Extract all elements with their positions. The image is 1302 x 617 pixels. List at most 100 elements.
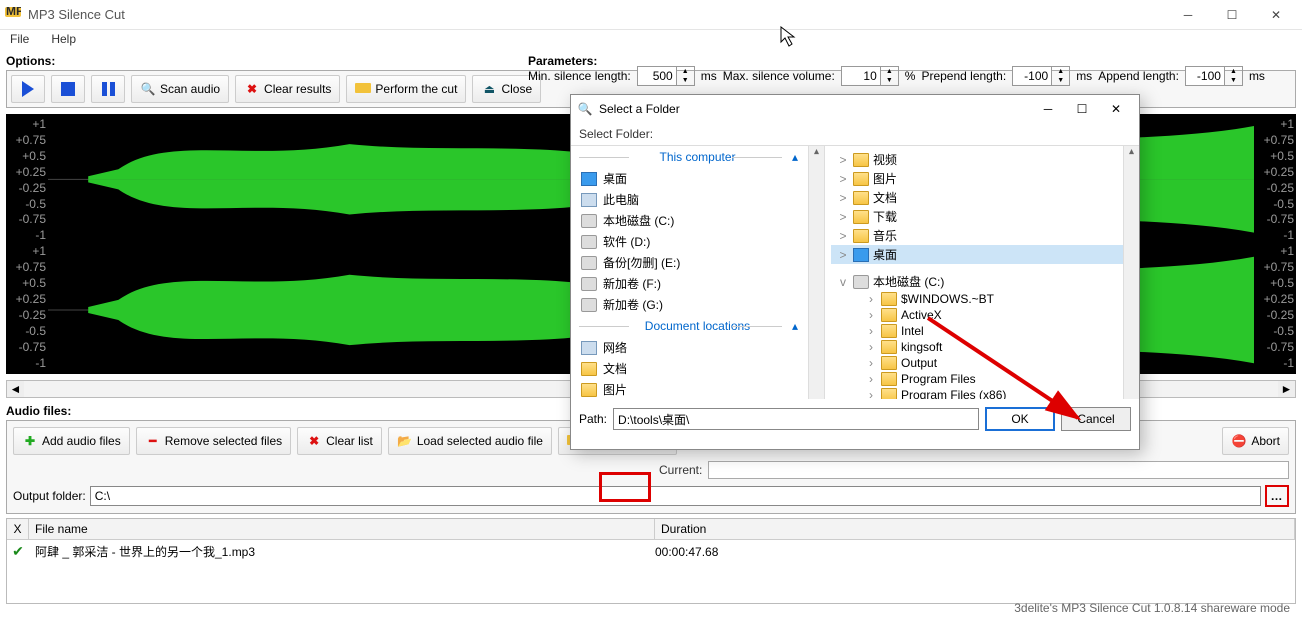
dialog-maximize[interactable]: ☐ <box>1065 98 1099 120</box>
stop-icon <box>60 81 76 97</box>
drive-icon <box>581 235 597 249</box>
current-progress <box>708 461 1289 479</box>
max-vol-label: Max. silence volume: <box>723 69 835 83</box>
unit-ms3: ms <box>1249 69 1265 83</box>
left-item[interactable]: 新加卷 (G:) <box>571 294 824 315</box>
left-item[interactable]: 软件 (D:) <box>571 231 824 252</box>
browse-output-button[interactable]: … <box>1265 485 1289 507</box>
tree-item[interactable]: >桌面 <box>831 245 1133 264</box>
prepend-input[interactable]: ▲▼ <box>1012 66 1070 86</box>
dialog-minimize[interactable]: ─ <box>1031 98 1065 120</box>
tree-label: 文档 <box>873 189 897 206</box>
path-input[interactable] <box>613 408 979 430</box>
file-table[interactable]: X File name Duration ✔ 阿肆 _ 郭采洁 - 世界上的另一… <box>6 518 1296 604</box>
drive-icon <box>581 214 597 228</box>
item-label: 本地磁盘 (C:) <box>603 212 674 229</box>
left-item[interactable]: 网络 <box>571 337 824 358</box>
tree-item[interactable]: >下载 <box>831 207 1133 226</box>
item-label: 此电脑 <box>603 191 639 208</box>
item-label: 文档 <box>603 360 627 377</box>
load-file-button[interactable]: 📂Load selected audio file <box>388 427 552 455</box>
left-item[interactable]: 本地磁盘 (C:) <box>571 210 824 231</box>
minimize-button[interactable]: ─ <box>1166 1 1210 29</box>
table-row[interactable]: ✔ 阿肆 _ 郭采洁 - 世界上的另一个我_1.mp3 00:00:47.68 <box>7 540 1295 563</box>
dialog-title: Select a Folder <box>599 102 1025 116</box>
unit-ms2: ms <box>1076 69 1092 83</box>
tree-item[interactable]: ›kingsoft <box>831 339 1133 355</box>
file-dur: 00:00:47.68 <box>655 545 1295 559</box>
clear-results-button[interactable]: ✖Clear results <box>235 75 340 103</box>
left-item[interactable]: 桌面 <box>571 168 824 189</box>
folder-icon <box>881 388 897 399</box>
tree-item[interactable]: ›Intel <box>831 323 1133 339</box>
left-item[interactable]: 备份[勿删] (E:) <box>571 252 824 273</box>
min-len-input[interactable]: ▲▼ <box>637 66 695 86</box>
dialog-close[interactable]: ✕ <box>1099 98 1133 120</box>
pause-button[interactable] <box>91 75 125 103</box>
maximize-button[interactable]: ☐ <box>1210 1 1254 29</box>
clear-list-button[interactable]: ✖Clear list <box>297 427 382 455</box>
play-button[interactable] <box>11 75 45 103</box>
dialog-left-pane[interactable]: This computer▴ 桌面此电脑本地磁盘 (C:) 软件 (D:)备份[勿… <box>571 146 825 399</box>
magnifier-icon: 🔍 <box>140 81 156 97</box>
stop-button[interactable] <box>51 75 85 103</box>
output-folder-input[interactable] <box>90 486 1261 506</box>
abort-button[interactable]: ⛔Abort <box>1222 427 1289 455</box>
add-label: Add audio files <box>42 434 121 448</box>
annotation-red-box <box>599 472 651 502</box>
blue-icon <box>581 172 597 186</box>
col-name[interactable]: File name <box>29 519 655 539</box>
append-input[interactable]: ▲▼ <box>1185 66 1243 86</box>
close-window-button[interactable]: ✕ <box>1254 1 1298 29</box>
menu-help[interactable]: Help <box>47 32 80 50</box>
folder-icon <box>853 191 869 205</box>
left-scrollbar[interactable]: ▴ <box>808 146 824 399</box>
col-x[interactable]: X <box>7 519 29 539</box>
clearlist-label: Clear list <box>326 434 373 448</box>
remove-files-button[interactable]: ━Remove selected files <box>136 427 291 455</box>
cancel-button[interactable]: Cancel <box>1061 407 1131 431</box>
left-item[interactable]: 新加卷 (F:) <box>571 273 824 294</box>
col-dur[interactable]: Duration <box>655 519 1295 539</box>
x-red-icon: ✖ <box>244 81 260 97</box>
tree-label: $WINDOWS.~BT <box>901 292 994 306</box>
left-item[interactable]: 图片 <box>571 379 824 399</box>
tree-item[interactable]: ›Program Files (x86) <box>831 387 1133 399</box>
tree-drive[interactable]: v本地磁盘 (C:) <box>831 272 1133 291</box>
tree-item[interactable]: >音乐 <box>831 226 1133 245</box>
item-label: 新加卷 (F:) <box>603 275 661 292</box>
add-files-button[interactable]: ✚Add audio files <box>13 427 130 455</box>
tree-label: 下载 <box>873 208 897 225</box>
max-vol-input[interactable]: ▲▼ <box>841 66 899 86</box>
tree-label: 图片 <box>873 170 897 187</box>
tree-item[interactable]: >文档 <box>831 188 1133 207</box>
unit-ms1: ms <box>701 69 717 83</box>
dialog-tree-pane[interactable]: >视频>图片>文档>下载>音乐>桌面 v本地磁盘 (C:) ›$WINDOWS.… <box>825 146 1139 399</box>
dialog-subtitle: Select Folder: <box>571 123 1139 145</box>
folder-icon <box>581 362 597 376</box>
tree-item[interactable]: >图片 <box>831 169 1133 188</box>
group-doc-locations: Document locations▴ <box>571 315 824 337</box>
tree-item[interactable]: >视频 <box>831 150 1133 169</box>
tree-item[interactable]: ›Output <box>831 355 1133 371</box>
left-item[interactable]: 此电脑 <box>571 189 824 210</box>
left-item[interactable]: 文档 <box>571 358 824 379</box>
unit-pct: % <box>905 69 916 83</box>
right-scrollbar[interactable]: ▴ <box>1123 146 1139 399</box>
tree-label: 音乐 <box>873 227 897 244</box>
menu-file[interactable]: File <box>6 32 33 50</box>
status-bar: 3delite's MP3 Silence Cut 1.0.8.14 share… <box>1014 601 1290 615</box>
tree-label: ActiveX <box>901 308 942 322</box>
pause-icon <box>100 81 116 97</box>
folder-icon <box>853 153 869 167</box>
drive-icon <box>853 275 869 289</box>
tree-item[interactable]: ›$WINDOWS.~BT <box>831 291 1133 307</box>
scan-audio-button[interactable]: 🔍Scan audio <box>131 75 229 103</box>
folder-icon <box>881 340 897 354</box>
tree-item[interactable]: ›ActiveX <box>831 307 1133 323</box>
folder-icon <box>853 210 869 224</box>
tree-item[interactable]: ›Program Files <box>831 371 1133 387</box>
perform-cut-button[interactable]: Perform the cut <box>346 75 466 103</box>
ok-button[interactable]: OK <box>985 407 1055 431</box>
group-this-computer: This computer▴ <box>571 146 824 168</box>
